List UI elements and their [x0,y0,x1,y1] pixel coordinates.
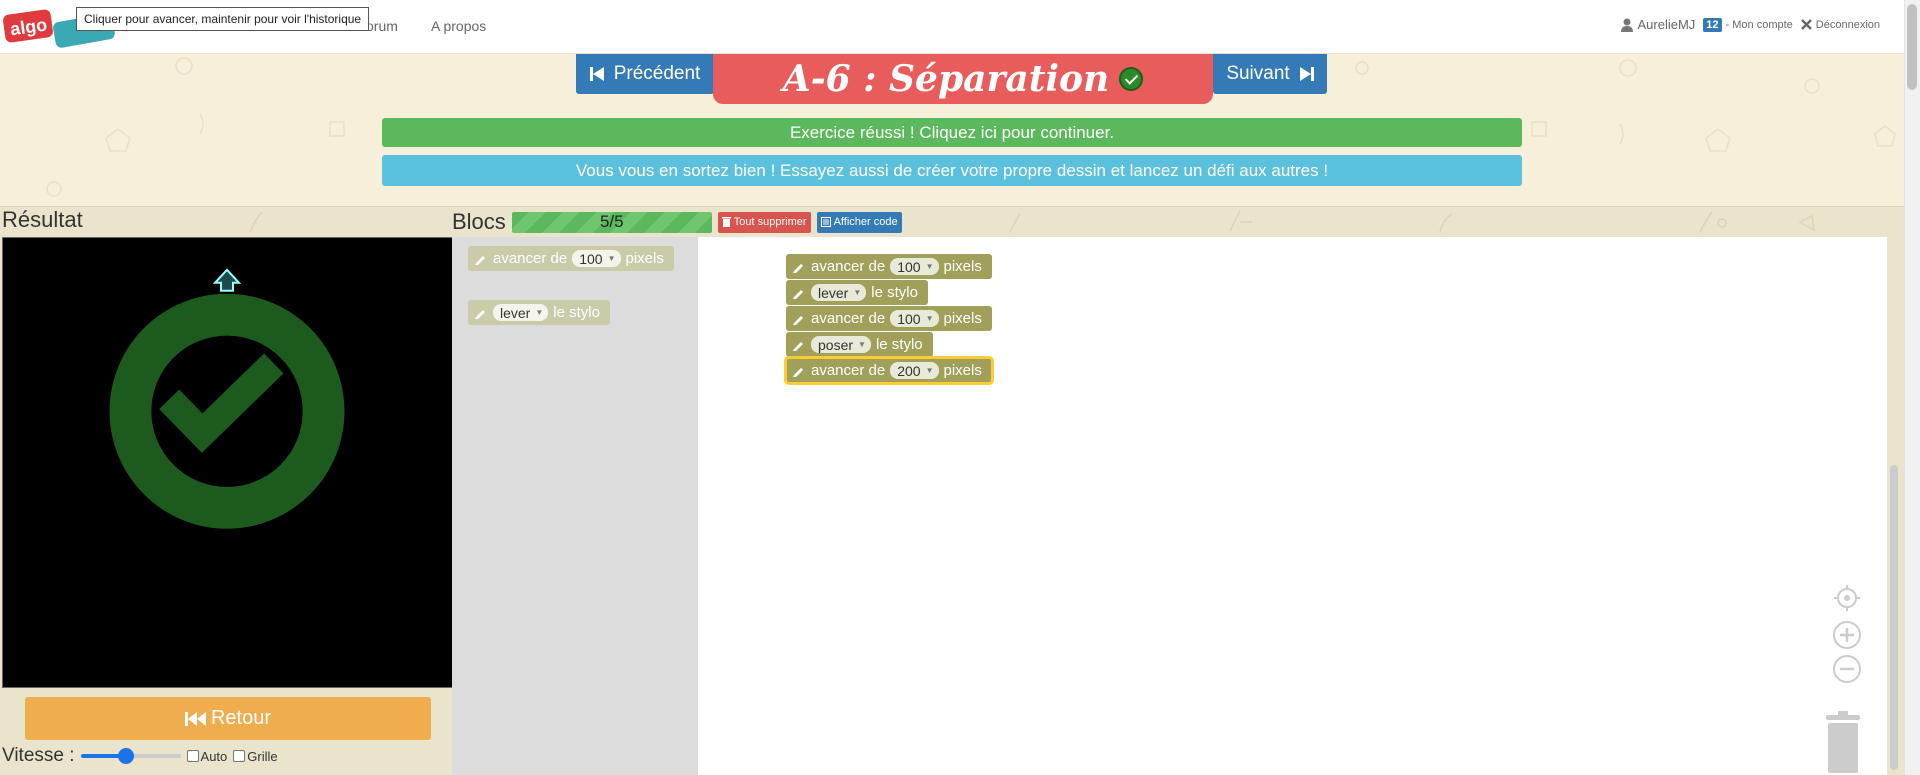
zoom-in-icon[interactable] [1832,620,1862,650]
pencil-icon [793,367,803,377]
recenter-icon[interactable] [1832,583,1862,613]
program-workspace[interactable]: avancer de 100 ▼ pixels lever ▼ le stylo avance… [698,237,1887,775]
result-heading: Résultat [2,207,83,232]
speed-slider[interactable] [80,748,181,764]
logout-link[interactable]: Déconnexion [1816,19,1880,31]
code-block[interactable]: avancer de 200 ▼ pixels [784,356,994,385]
block-text: avancer de [811,258,886,275]
skip-forward-icon [1299,67,1314,81]
block-dropdown[interactable]: lever ▼ [811,284,867,301]
block-text: avancer de [811,362,886,379]
page-scrollbar[interactable] [1904,0,1920,775]
lower-background-pattern [249,210,1815,233]
nav-link-about[interactable]: A propos [431,18,486,34]
turtle-arrow-icon [212,268,242,292]
pencil-icon [793,315,803,325]
blocks-progress-bar: 5/5 [511,211,712,233]
code-block[interactable]: avancer de 100 ▼ pixels [786,254,992,279]
exercise-title-box: A-6 : Séparation [713,54,1213,104]
block-dropdown[interactable]: 100 ▼ [890,310,939,327]
pencil-icon [475,309,485,319]
workspace-scrollbar[interactable] [1890,465,1898,770]
block-dropdown[interactable]: poser ▼ [811,336,871,353]
completed-check-icon [1119,67,1144,91]
delete-all-button[interactable]: Tout supprimer [717,211,811,233]
pencil-icon [793,289,803,299]
next-label: Suivant [1226,63,1290,84]
next-button[interactable]: Suivant [1213,54,1327,94]
block-dropdown[interactable]: 100 ▼ [890,258,939,275]
block-text: le stylo [875,336,923,353]
chevron-down-icon: ▼ [858,340,866,349]
show-code-button[interactable]: Afficher code [816,211,902,233]
retour-button[interactable]: Retour [25,697,431,740]
speed-slider-thumb[interactable] [117,748,134,764]
skip-back-icon [589,67,604,81]
zoom-out-icon[interactable] [1832,654,1862,684]
exercise-title: A-6 : Séparation [782,58,1110,100]
exercise-header: Précédent A-6 : Séparation Suivant Exerc… [0,54,1904,206]
chevron-down-icon: ▼ [925,262,934,271]
pencil-icon [475,255,485,265]
chevron-down-icon: ▼ [925,314,934,323]
block-text: avancer de [493,250,568,267]
retour-label: Retour [210,707,272,729]
pencil-icon [793,263,803,273]
info-message: Vous vous en sortez bien ! Essayez aussi… [382,155,1522,186]
close-icon [1800,19,1812,30]
chevron-down-icon: ▼ [853,288,862,297]
block-text: pixels [943,362,982,379]
trash-icon [721,217,731,227]
pencil-icon [793,341,803,351]
code-block[interactable]: avancer de 100 ▼ pixels [468,246,674,271]
auto-checkbox[interactable]: Auto [186,749,227,764]
top-navbar: algo Cliquer pour avancer, maintenir pou… [0,0,1904,54]
grid-checkbox[interactable]: Grille [233,749,278,764]
block-text: avancer de [811,310,886,327]
user-area: AurelieMJ 12 - Mon compte Déconnexion [1621,17,1880,32]
blocks-progress-text: 5/5 [599,212,624,231]
code-block[interactable]: lever ▼ le stylo [468,300,610,325]
speed-controls: Vitesse : Auto Grille [2,745,278,767]
rewind-icon [184,711,206,726]
workspace-area: Résultat Retour Vitesse : Auto Grille Bl… [0,206,1904,775]
block-text: pixels [943,310,982,327]
previous-label: Précédent [613,63,701,84]
trash-bin-icon[interactable] [1820,711,1866,773]
code-block[interactable]: avancer de 100 ▼ pixels [786,306,992,331]
page-scrollbar-thumb[interactable] [1907,4,1917,90]
block-dropdown[interactable]: 200 ▼ [890,362,939,379]
block-dropdown[interactable]: lever ▼ [493,304,549,321]
code-block[interactable]: poser ▼ le stylo [786,332,933,357]
blocks-heading: Blocs [452,209,506,234]
chevron-down-icon: ▼ [535,308,544,317]
success-message[interactable]: Exercice réussi ! Cliquez ici pour conti… [382,118,1522,147]
speed-label: Vitesse : [2,745,75,766]
success-check [159,353,284,453]
chevron-down-icon: ▼ [925,366,934,375]
nav-link-forum[interactable]: orum [366,18,398,34]
previous-button[interactable]: Précédent [576,54,714,94]
code-block[interactable]: lever ▼ le stylo [786,280,928,305]
username[interactable]: AurelieMJ [1637,17,1695,32]
blocks-header: Blocs 5/5 Tout supprimer Afficher code [452,207,906,237]
result-canvas [2,237,453,688]
block-dropdown[interactable]: 100 ▼ [572,250,621,267]
block-text: pixels [625,250,664,267]
user-level-badge: 12 [1703,17,1722,32]
logo-tooltip: Cliquer pour avancer, maintenir pour voi… [76,7,370,31]
block-text: le stylo [871,284,918,301]
block-text: pixels [943,258,982,275]
chevron-down-icon: ▼ [607,254,616,263]
list-icon [820,217,831,227]
block-text: le stylo [553,304,600,321]
block-toolbox: avancer de 100 ▼ pixels lever ▼ le stylo [452,237,698,775]
user-icon [1621,18,1634,32]
account-link[interactable]: - Mon compte [1726,19,1793,31]
